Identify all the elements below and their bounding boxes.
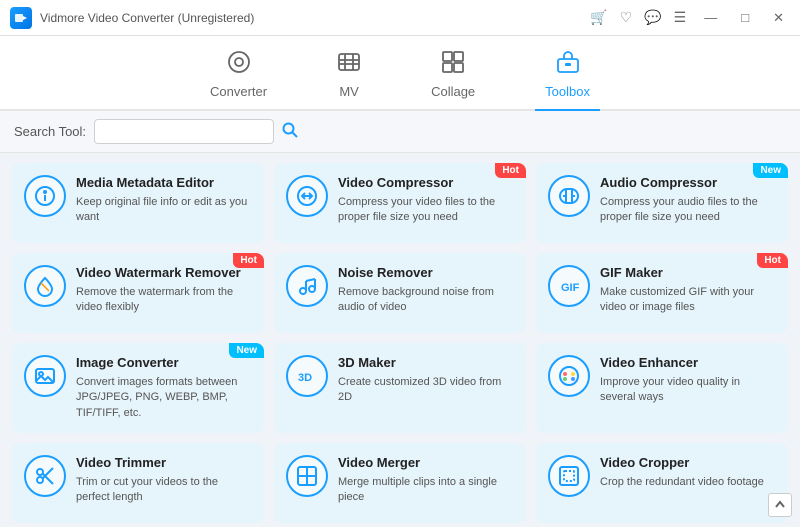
- video-merger-info: Video Merger Merge multiple clips into a…: [338, 455, 514, 506]
- menu-icon[interactable]: ☰: [674, 9, 687, 26]
- tab-mv[interactable]: MV: [327, 44, 371, 111]
- audio-compressor-info: Audio Compressor Compress your audio fil…: [600, 175, 776, 226]
- tool-card-video-cropper[interactable]: Video Cropper Crop the redundant video f…: [536, 443, 788, 523]
- app-icon: [10, 7, 32, 29]
- titlebar-left: Vidmore Video Converter (Unregistered): [10, 7, 254, 29]
- badge-hot: Hot: [495, 163, 526, 178]
- toolbox-icon: [556, 50, 580, 80]
- tool-card-gif-maker[interactable]: Hot GIF GIF Maker Make customized GIF wi…: [536, 253, 788, 333]
- image-converter-desc: Convert images formats between JPG/JPEG,…: [76, 375, 252, 421]
- tab-converter-label: Converter: [210, 84, 267, 99]
- search-icon[interactable]: [282, 122, 298, 142]
- close-button[interactable]: ✕: [767, 8, 790, 28]
- badge-new: New: [229, 343, 264, 358]
- video-watermark-remover-name: Video Watermark Remover: [76, 265, 252, 282]
- noise-remover-icon: [286, 265, 328, 307]
- search-bar: Search Tool:: [0, 111, 800, 153]
- tool-card-video-watermark-remover[interactable]: Hot Video Watermark Remover Remove the w…: [12, 253, 264, 333]
- badge-hot: Hot: [233, 253, 264, 268]
- chat-icon[interactable]: 💬: [644, 9, 661, 26]
- audio-compressor-name: Audio Compressor: [600, 175, 776, 192]
- audio-compressor-icon: [548, 175, 590, 217]
- tool-card-video-compressor[interactable]: Hot Video Compressor Compress your video…: [274, 163, 526, 243]
- video-compressor-icon: [286, 175, 328, 217]
- video-watermark-remover-info: Video Watermark Remover Remove the water…: [76, 265, 252, 316]
- gif-maker-icon: GIF: [548, 265, 590, 307]
- noise-remover-desc: Remove background noise from audio of vi…: [338, 285, 514, 316]
- heart-icon[interactable]: ♡: [620, 9, 633, 26]
- converter-icon: [227, 50, 251, 80]
- video-trimmer-name: Video Trimmer: [76, 455, 252, 472]
- svg-text:3D: 3D: [298, 372, 312, 384]
- media-metadata-editor-desc: Keep original file info or edit as you w…: [76, 195, 252, 226]
- cart-icon[interactable]: 🛒: [590, 9, 607, 26]
- tab-toolbox[interactable]: Toolbox: [535, 44, 600, 111]
- video-trimmer-desc: Trim or cut your videos to the perfect l…: [76, 475, 252, 506]
- gif-maker-info: GIF Maker Make customized GIF with your …: [600, 265, 776, 316]
- image-converter-name: Image Converter: [76, 355, 252, 372]
- 3d-maker-icon: 3D: [286, 355, 328, 397]
- search-input[interactable]: [94, 119, 274, 144]
- tool-card-video-trimmer[interactable]: Video Trimmer Trim or cut your videos to…: [12, 443, 264, 523]
- tools-grid: Media Metadata Editor Keep original file…: [12, 163, 788, 523]
- video-enhancer-icon: [548, 355, 590, 397]
- search-label: Search Tool:: [14, 124, 86, 139]
- video-trimmer-info: Video Trimmer Trim or cut your videos to…: [76, 455, 252, 506]
- maximize-button[interactable]: □: [735, 8, 755, 27]
- 3d-maker-name: 3D Maker: [338, 355, 514, 372]
- video-trimmer-icon: [24, 455, 66, 497]
- tab-collage-label: Collage: [431, 84, 475, 99]
- media-metadata-editor-icon: [24, 175, 66, 217]
- titlebar-title: Vidmore Video Converter (Unregistered): [40, 11, 254, 25]
- video-merger-desc: Merge multiple clips into a single piece: [338, 475, 514, 506]
- video-watermark-remover-icon: [24, 265, 66, 307]
- mv-icon: [337, 50, 361, 80]
- svg-text:GIF: GIF: [561, 282, 580, 294]
- audio-compressor-desc: Compress your audio files to the proper …: [600, 195, 776, 226]
- titlebar: Vidmore Video Converter (Unregistered) 🛒…: [0, 0, 800, 36]
- scroll-top-button[interactable]: [768, 493, 792, 517]
- image-converter-info: Image Converter Convert images formats b…: [76, 355, 252, 421]
- video-merger-name: Video Merger: [338, 455, 514, 472]
- video-enhancer-name: Video Enhancer: [600, 355, 776, 372]
- video-watermark-remover-desc: Remove the watermark from the video flex…: [76, 285, 252, 316]
- video-enhancer-info: Video Enhancer Improve your video qualit…: [600, 355, 776, 406]
- media-metadata-editor-name: Media Metadata Editor: [76, 175, 252, 192]
- tool-card-3d-maker[interactable]: 3D 3D Maker Create customized 3D video f…: [274, 343, 526, 433]
- titlebar-controls: 🛒 ♡ 💬 ☰ — □ ✕: [590, 8, 790, 28]
- 3d-maker-desc: Create customized 3D video from 2D: [338, 375, 514, 406]
- video-cropper-name: Video Cropper: [600, 455, 776, 472]
- video-cropper-desc: Crop the redundant video footage: [600, 475, 776, 490]
- main-content: Media Metadata Editor Keep original file…: [0, 153, 800, 527]
- nav-tabs: Converter MV Collage: [0, 36, 800, 111]
- tab-toolbox-label: Toolbox: [545, 84, 590, 99]
- gif-maker-desc: Make customized GIF with your video or i…: [600, 285, 776, 316]
- tool-card-noise-remover[interactable]: Noise Remover Remove background noise fr…: [274, 253, 526, 333]
- tab-collage[interactable]: Collage: [421, 44, 485, 111]
- 3d-maker-info: 3D Maker Create customized 3D video from…: [338, 355, 514, 406]
- badge-hot: Hot: [757, 253, 788, 268]
- collage-icon: [441, 50, 465, 80]
- media-metadata-editor-info: Media Metadata Editor Keep original file…: [76, 175, 252, 226]
- noise-remover-name: Noise Remover: [338, 265, 514, 282]
- video-enhancer-desc: Improve your video quality in several wa…: [600, 375, 776, 406]
- tab-converter[interactable]: Converter: [200, 44, 277, 111]
- tool-card-video-enhancer[interactable]: Video Enhancer Improve your video qualit…: [536, 343, 788, 433]
- video-cropper-icon: [548, 455, 590, 497]
- video-compressor-desc: Compress your video files to the proper …: [338, 195, 514, 226]
- video-compressor-name: Video Compressor: [338, 175, 514, 192]
- tool-card-image-converter[interactable]: New Image Converter Convert images forma…: [12, 343, 264, 433]
- noise-remover-info: Noise Remover Remove background noise fr…: [338, 265, 514, 316]
- tab-mv-label: MV: [339, 84, 359, 99]
- badge-new: New: [753, 163, 788, 178]
- tool-card-media-metadata-editor[interactable]: Media Metadata Editor Keep original file…: [12, 163, 264, 243]
- gif-maker-name: GIF Maker: [600, 265, 776, 282]
- tool-card-video-merger[interactable]: Video Merger Merge multiple clips into a…: [274, 443, 526, 523]
- video-compressor-info: Video Compressor Compress your video fil…: [338, 175, 514, 226]
- video-merger-icon: [286, 455, 328, 497]
- minimize-button[interactable]: —: [698, 8, 723, 27]
- video-cropper-info: Video Cropper Crop the redundant video f…: [600, 455, 776, 490]
- image-converter-icon: [24, 355, 66, 397]
- tool-card-audio-compressor[interactable]: New Audio Compressor Compress your audio…: [536, 163, 788, 243]
